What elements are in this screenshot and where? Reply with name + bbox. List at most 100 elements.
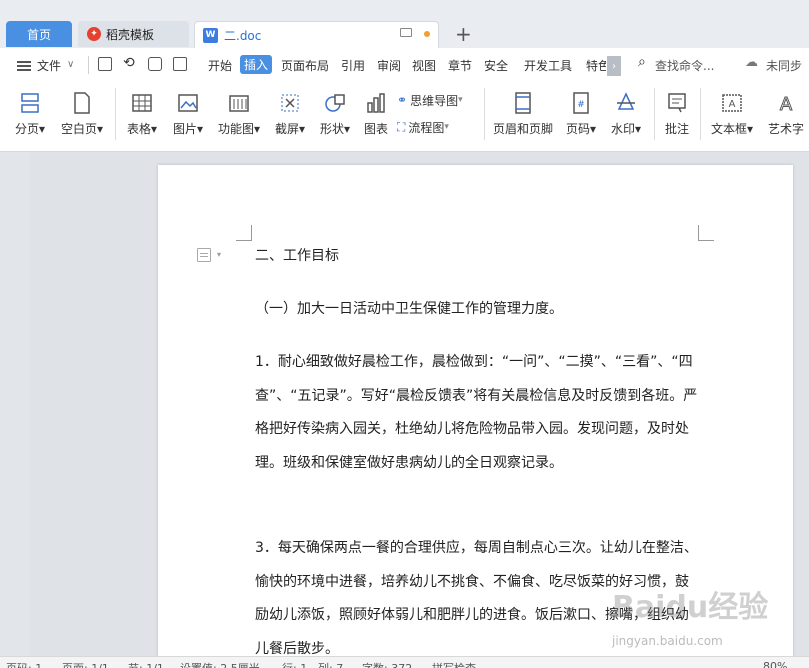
chevron-down-icon[interactable]: ▾	[217, 250, 221, 259]
page-break-icon	[21, 93, 39, 113]
page-break-button[interactable]: 分页▾	[10, 82, 50, 152]
print-icon[interactable]	[148, 57, 162, 71]
sync-status[interactable]: 未同步	[766, 57, 802, 74]
comment-button[interactable]: 批注	[660, 82, 694, 152]
doc-heading[interactable]: 二、工作目标	[255, 240, 700, 274]
textbox-icon: A	[722, 94, 742, 112]
search-icon[interactable]: ⌕	[638, 54, 646, 70]
status-section: 节: 1/1	[128, 660, 164, 668]
menu-item-start[interactable]: 开始	[208, 57, 232, 74]
crop-mark	[698, 225, 714, 241]
format-painter-icon[interactable]: ⟲	[123, 55, 135, 71]
status-setting: 设置值: 2.5厘米	[180, 660, 260, 668]
menu-item-security[interactable]: 安全	[484, 57, 508, 74]
blank-page-icon	[74, 92, 90, 114]
doc-paragraph-2[interactable]: 1．耐心细致做好晨检工作，晨检做到：“一问”、“二摸”、“三看”、“四查”、“五…	[255, 346, 700, 480]
doc-paragraph-1[interactable]: （一）加大一日活动中卫生保健工作的管理力度。	[255, 293, 700, 327]
tab-document[interactable]: W 二.doc	[194, 21, 439, 48]
crop-mark	[236, 225, 252, 241]
mindmap-icon: ⚭	[397, 93, 408, 107]
shape-button[interactable]: 形状▾	[315, 82, 355, 152]
picture-button[interactable]: 图片▾	[168, 82, 208, 152]
status-row: 行: 1	[282, 660, 307, 668]
wps-window: 首页 ✦ 稻壳模板 W 二.doc + 文件 ∨ ⟲ 开始 插入 页面布局 引用…	[0, 0, 809, 668]
menu-item-insert[interactable]: 插入	[240, 55, 273, 74]
more-tabs-button[interactable]: ›	[607, 56, 621, 76]
left-navigation-strip	[0, 152, 30, 656]
comment-label: 批注	[664, 122, 689, 136]
page-number-button[interactable]: # 页码▾	[561, 82, 601, 152]
divider	[484, 88, 485, 140]
save-icon[interactable]	[98, 57, 112, 71]
watermark-url: jingyan.baidu.com	[612, 634, 723, 648]
status-spell[interactable]: 拼写检查	[432, 660, 476, 668]
blank-page-label: 空白页▾	[60, 122, 104, 136]
chevron-down-icon[interactable]: ∨	[67, 59, 74, 70]
monitor-icon[interactable]	[400, 28, 412, 37]
tab-templates-label: 稻壳模板	[106, 27, 155, 42]
picture-label: 图片▾	[172, 122, 204, 136]
svg-text:#: #	[577, 100, 585, 110]
tab-templates[interactable]: ✦ 稻壳模板	[78, 21, 189, 47]
menu-file[interactable]: 文件	[37, 57, 61, 74]
flowchart-icon: ⛶	[397, 119, 406, 134]
table-button[interactable]: 表格▾	[122, 82, 162, 152]
textbox-button[interactable]: A 文本框▾	[706, 82, 758, 152]
shape-label: 形状▾	[319, 122, 351, 136]
menu-item-review[interactable]: 审阅	[377, 57, 401, 74]
header-footer-button[interactable]: 页眉和页脚	[490, 82, 556, 152]
menu-item-special[interactable]: 特色	[586, 57, 606, 74]
chart-button[interactable]: 图表	[360, 82, 392, 152]
svg-text:A: A	[729, 99, 736, 110]
textbox-label: 文本框▾	[710, 122, 754, 136]
tab-bar: 首页 ✦ 稻壳模板 W 二.doc +	[0, 0, 809, 48]
wordart-button[interactable]: A 艺术字	[764, 82, 808, 152]
watermark-icon	[617, 92, 635, 110]
menu-item-chapter[interactable]: 章节	[448, 57, 472, 74]
table-label: 表格▾	[126, 122, 158, 136]
function-chart-icon	[229, 95, 249, 112]
status-pages: 页面: 1/1	[62, 660, 109, 668]
status-words[interactable]: 字数: 372	[362, 660, 412, 668]
status-zoom[interactable]: 80%	[763, 660, 787, 668]
scissors-icon	[281, 94, 299, 112]
flowchart-button[interactable]: ⛶ 流程图 ▾	[397, 117, 449, 137]
menu-bar: 文件 ∨ ⟲ 开始 插入 页面布局 引用 审阅 视图 章节 安全 开发工具 特色…	[0, 48, 809, 82]
shape-icon	[325, 94, 345, 112]
screenshot-button[interactable]: 截屏▾	[270, 82, 310, 152]
cloud-icon: ☁	[745, 55, 758, 70]
comment-icon	[668, 93, 686, 113]
page-break-label: 分页▾	[14, 122, 46, 136]
menu-item-view[interactable]: 视图	[412, 57, 436, 74]
menu-item-developer[interactable]: 开发工具	[524, 57, 572, 74]
divider	[88, 56, 89, 74]
print-preview-icon[interactable]	[173, 57, 187, 71]
watermark-button[interactable]: 水印▾	[606, 82, 646, 152]
new-tab-button[interactable]: +	[455, 22, 472, 46]
menu-item-references[interactable]: 引用	[341, 57, 365, 74]
search-command-input[interactable]: 查找命令...	[655, 57, 714, 74]
divider	[115, 88, 116, 140]
unsaved-dot-icon	[424, 31, 430, 37]
hamburger-icon[interactable]	[17, 61, 31, 71]
paragraph-indicator-icon[interactable]	[197, 248, 211, 262]
tab-home-label: 首页	[26, 27, 51, 42]
svg-text:A: A	[780, 94, 793, 115]
header-footer-icon	[515, 92, 531, 114]
watermark-label: 水印▾	[610, 122, 642, 136]
status-page[interactable]: 页码: 1	[6, 660, 42, 668]
header-footer-label: 页眉和页脚	[492, 122, 553, 136]
tab-document-label: 二.doc	[224, 28, 262, 43]
mindmap-label: 思维导图	[410, 93, 459, 108]
docer-logo-icon: ✦	[87, 27, 101, 41]
chevron-down-icon: ▾	[458, 95, 463, 105]
menu-item-layout[interactable]: 页面布局	[281, 57, 329, 74]
function-chart-button[interactable]: 功能图▾	[213, 82, 265, 152]
tab-home[interactable]: 首页	[6, 21, 72, 47]
picture-icon	[178, 94, 198, 112]
table-icon	[132, 94, 152, 112]
blank-page-button[interactable]: 空白页▾	[56, 82, 108, 152]
writer-logo-icon: W	[203, 27, 218, 43]
mindmap-button[interactable]: ⚭ 思维导图 ▾	[397, 90, 463, 110]
wordart-label: 艺术字	[767, 122, 804, 136]
